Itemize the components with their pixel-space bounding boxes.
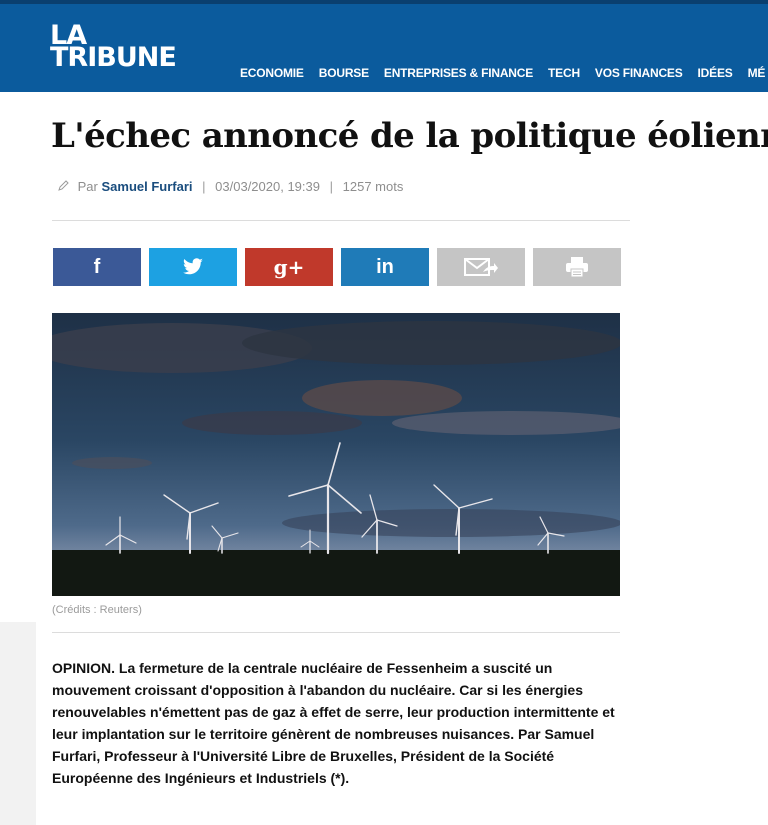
twitter-icon (183, 258, 203, 275)
byline-prefix: Par (77, 179, 98, 194)
site-logo[interactable]: LA TRIBUNE (50, 22, 177, 73)
pen-icon (58, 179, 70, 194)
email-share-button[interactable] (437, 248, 525, 286)
print-icon (566, 257, 588, 278)
print-button[interactable] (533, 248, 621, 286)
linkedin-share-button[interactable]: in (341, 248, 429, 286)
twitter-share-button[interactable] (149, 248, 237, 286)
article-title: L'échec annoncé de la politique éolienne (51, 116, 768, 156)
divider (52, 220, 630, 221)
author-link[interactable]: Samuel Furfari (101, 179, 192, 194)
nav-item-idees[interactable]: IDÉES (698, 66, 733, 80)
nav-item-tech[interactable]: TECH (548, 66, 580, 80)
photo-credits: (Crédits : Reuters) (52, 604, 142, 616)
left-margin-panel (0, 622, 36, 825)
header-top-line (0, 0, 768, 4)
nav-item-truncated[interactable]: MÉ (748, 66, 766, 80)
publish-date: 03/03/2020, 19:39 (215, 179, 320, 194)
facebook-share-button[interactable]: f (53, 248, 141, 286)
header-bar: LA TRIBUNE ECONOMIE BOURSE ENTREPRISES &… (0, 0, 768, 92)
byline-separator: | (329, 179, 333, 194)
main-nav: ECONOMIE BOURSE ENTREPRISES & FINANCE TE… (240, 66, 768, 80)
article-intro: OPINION. La fermeture de la centrale nuc… (52, 660, 615, 786)
nav-item-entreprises-finance[interactable]: ENTREPRISES & FINANCE (384, 66, 533, 80)
article-byline: Par Samuel Furfari | 03/03/2020, 19:39 |… (58, 179, 403, 194)
share-bar: f g+ in (53, 248, 621, 286)
word-count: 1257 mots (342, 179, 404, 194)
byline-separator: | (202, 179, 206, 194)
article-photo-wind-turbines (52, 313, 620, 596)
facebook-icon: f (93, 255, 101, 278)
googleplus-share-button[interactable]: g+ (245, 248, 333, 286)
linkedin-icon: in (376, 255, 394, 278)
email-icon (464, 258, 498, 276)
nav-item-vos-finances[interactable]: VOS FINANCES (595, 66, 683, 80)
divider (52, 632, 620, 633)
nav-item-bourse[interactable]: BOURSE (319, 66, 369, 80)
nav-item-economie[interactable]: ECONOMIE (240, 66, 304, 80)
googleplus-icon: g+ (273, 255, 305, 279)
logo-line-2: TRIBUNE (50, 42, 177, 73)
